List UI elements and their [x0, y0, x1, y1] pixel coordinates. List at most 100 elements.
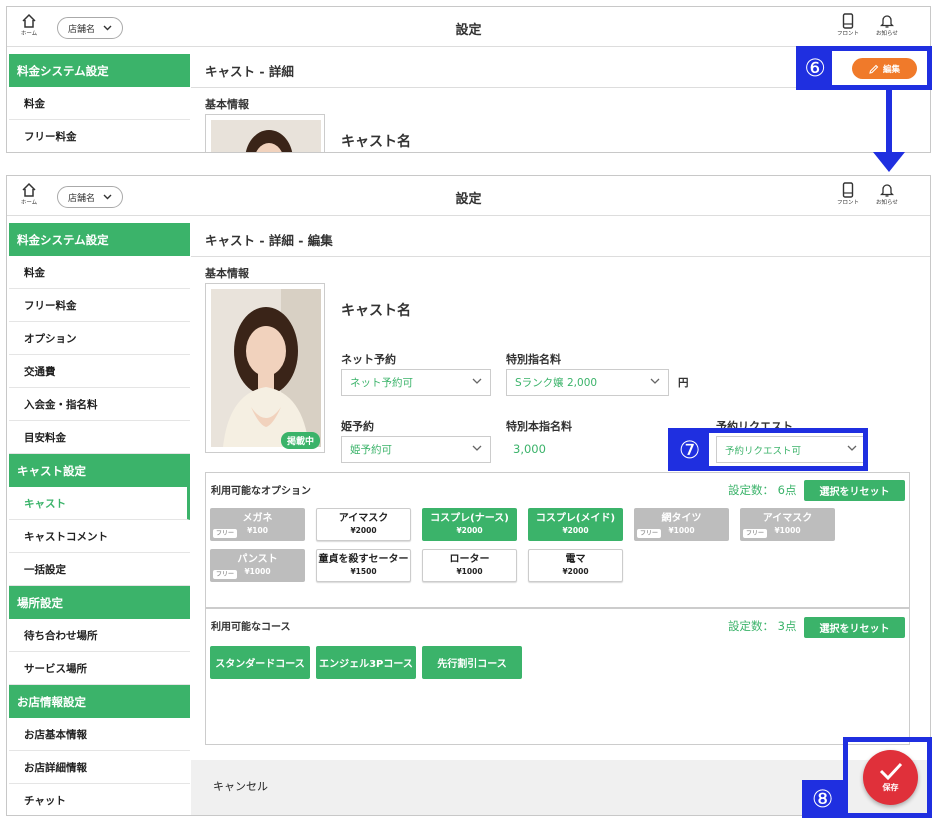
courses-count: 設定数： 3点 [728, 619, 797, 633]
cancel-button[interactable]: キャンセル [213, 778, 268, 794]
free-tag: フリー [213, 570, 238, 579]
sidebar-item-cast[interactable]: キャスト [9, 487, 190, 520]
special-fee-value: Sランク嬢 2,000 [515, 377, 598, 389]
arrow-down-icon [873, 152, 905, 172]
net-reservation-select[interactable]: ネット予約可 [341, 369, 491, 396]
option-name: アイマスク [762, 512, 813, 524]
option-chip[interactable]: 童貞を殺すセーター ¥1500 [316, 549, 411, 582]
sidebar-section-fee-system[interactable]: 料金システム設定 [9, 223, 190, 256]
store-select[interactable]: 店舗名 [57, 17, 123, 39]
option-name: アイマスク [338, 512, 389, 524]
photo-status-badge: 掲載中 [280, 432, 320, 449]
special-main-fee-value: 3,000 [513, 442, 546, 456]
sidebar-item-cast-comment[interactable]: キャストコメント [9, 520, 190, 553]
save-button[interactable]: 保存 [863, 750, 918, 805]
sidebar-item-shop-detail[interactable]: お店詳細情報 [9, 751, 190, 784]
hime-reservation-label: 姫予約 [341, 420, 374, 433]
option-chip[interactable]: コスプレ(メイド) ¥2000 [528, 508, 623, 541]
top-sidebar-item-free-fee[interactable]: フリー料金 [9, 120, 190, 152]
home-icon [22, 13, 36, 28]
edit-title: キャスト - 詳細 - 編集 [191, 223, 930, 257]
sidebar-item-fee[interactable]: 料金 [9, 256, 190, 289]
pencil-icon [869, 64, 879, 74]
option-chip[interactable]: メガネ ¥100 フリー [210, 508, 305, 541]
option-price: ¥1000 [456, 566, 483, 576]
option-name: 電マ [565, 553, 586, 565]
option-price: ¥2000 [350, 525, 377, 535]
callout-7-number: ⑦ [670, 430, 709, 469]
net-reservation-label: ネット予約 [341, 353, 396, 366]
notice-button[interactable]: お知らせ [874, 13, 900, 37]
option-name: メガネ [242, 512, 273, 524]
home-icon [22, 182, 36, 197]
front-button[interactable]: フロント [835, 13, 861, 37]
sidebar-item-shop-basic[interactable]: お店基本情報 [9, 718, 190, 751]
sidebar-item-guide-fee[interactable]: 目安料金 [9, 421, 190, 454]
chevron-down-icon [103, 25, 112, 31]
option-price: ¥1500 [350, 566, 377, 576]
course-chip[interactable]: 先行割引コース [422, 646, 522, 679]
bell-icon [880, 15, 894, 28]
sidebar-item-service-place[interactable]: サービス場所 [9, 652, 190, 685]
edit-button[interactable]: 編集 [852, 58, 917, 79]
sidebar-item-meeting-place[interactable]: 待ち合わせ場所 [9, 619, 190, 652]
store-label: 店舗名 [67, 24, 95, 35]
option-chip[interactable]: パンスト ¥1000 フリー [210, 549, 305, 582]
top-header: ホーム 店舗名 設定 フロント お知らせ [7, 7, 930, 47]
top-sidebar-item-fee[interactable]: 料金 [9, 87, 190, 120]
cast-photo[interactable]: 掲載中 [205, 283, 325, 453]
top-sidebar-section[interactable]: 料金システム設定 [9, 54, 190, 87]
sidebar-section-shop-info[interactable]: お店情報設定 [9, 685, 190, 718]
course-chip[interactable]: スタンダードコース [210, 646, 310, 679]
edit-button-label: 編集 [882, 64, 900, 75]
front-button[interactable]: フロント [835, 182, 861, 206]
callout-8-number: ⑧ [802, 780, 843, 818]
chevron-down-icon [650, 378, 660, 384]
options-box: 利用可能なオプション 設定数： 6点 選択をリセット メガネ ¥100 フリー … [205, 472, 910, 608]
option-chip[interactable]: アイマスク ¥2000 [316, 508, 411, 541]
courses-reset-button[interactable]: 選択をリセット [804, 617, 905, 638]
sidebar-section-cast[interactable]: キャスト設定 [9, 454, 190, 487]
sidebar-item-free-fee[interactable]: フリー料金 [9, 289, 190, 322]
notice-label: お知らせ [876, 31, 898, 37]
check-icon [879, 762, 902, 780]
special-fee-select[interactable]: Sランク嬢 2,000 [506, 369, 669, 396]
sidebar-item-transport[interactable]: 交通費 [9, 355, 190, 388]
notice-button[interactable]: お知らせ [874, 182, 900, 206]
sidebar-item-bulk-settings[interactable]: 一括設定 [9, 553, 190, 586]
page-title: 設定 [455, 23, 482, 38]
chevron-down-icon [472, 378, 482, 384]
bell-icon [880, 184, 894, 197]
flow-arrow [886, 90, 892, 156]
course-chip[interactable]: エンジェル3Pコース [316, 646, 416, 679]
courses-box: 利用可能なコース 設定数： 3点 選択をリセット スタンダードコース エンジェル… [205, 608, 910, 745]
option-name: 童貞を殺すセーター [318, 553, 409, 565]
main-window: ホーム 店舗名 設定 フロント お知らせ 料金システム設定 料金 フリー料金 オ… [6, 175, 931, 816]
option-price: ¥2000 [562, 525, 589, 535]
option-name: 網タイツ [661, 512, 702, 524]
sidebar-item-chat[interactable]: チャット [9, 784, 190, 815]
option-price: ¥1000 [774, 525, 801, 535]
option-price: ¥1000 [244, 566, 271, 576]
sidebar-item-entry-fee[interactable]: 入会金・指名料 [9, 388, 190, 421]
home-button[interactable]: ホーム [17, 13, 41, 37]
header: ホーム 店舗名 設定 フロント お知らせ [7, 176, 930, 216]
sidebar-section-place[interactable]: 場所設定 [9, 586, 190, 619]
tablet-icon [842, 182, 854, 198]
option-chip[interactable]: コスプレ(ナース) ¥2000 [422, 508, 517, 541]
sidebar-item-options[interactable]: オプション [9, 322, 190, 355]
option-price: ¥1000 [668, 525, 695, 535]
page-title: 設定 [455, 192, 482, 207]
option-chip[interactable]: ローター ¥1000 [422, 549, 517, 582]
option-chip[interactable]: 電マ ¥2000 [528, 549, 623, 582]
option-chip[interactable]: 網タイツ ¥1000 フリー [634, 508, 729, 541]
home-label: ホーム [20, 31, 38, 37]
store-select[interactable]: 店舗名 [57, 186, 123, 208]
option-chip[interactable]: アイマスク ¥1000 フリー [740, 508, 835, 541]
options-count: 設定数： 6点 [728, 483, 797, 497]
home-button[interactable]: ホーム [17, 182, 41, 206]
options-reset-button[interactable]: 選択をリセット [804, 480, 905, 501]
free-tag: フリー [213, 529, 238, 538]
top-window: ホーム 店舗名 設定 フロント お知らせ 料金システム設定 料金 フリー料金 キ… [6, 6, 931, 153]
hime-reservation-select[interactable]: 姫予約可 [341, 436, 491, 463]
